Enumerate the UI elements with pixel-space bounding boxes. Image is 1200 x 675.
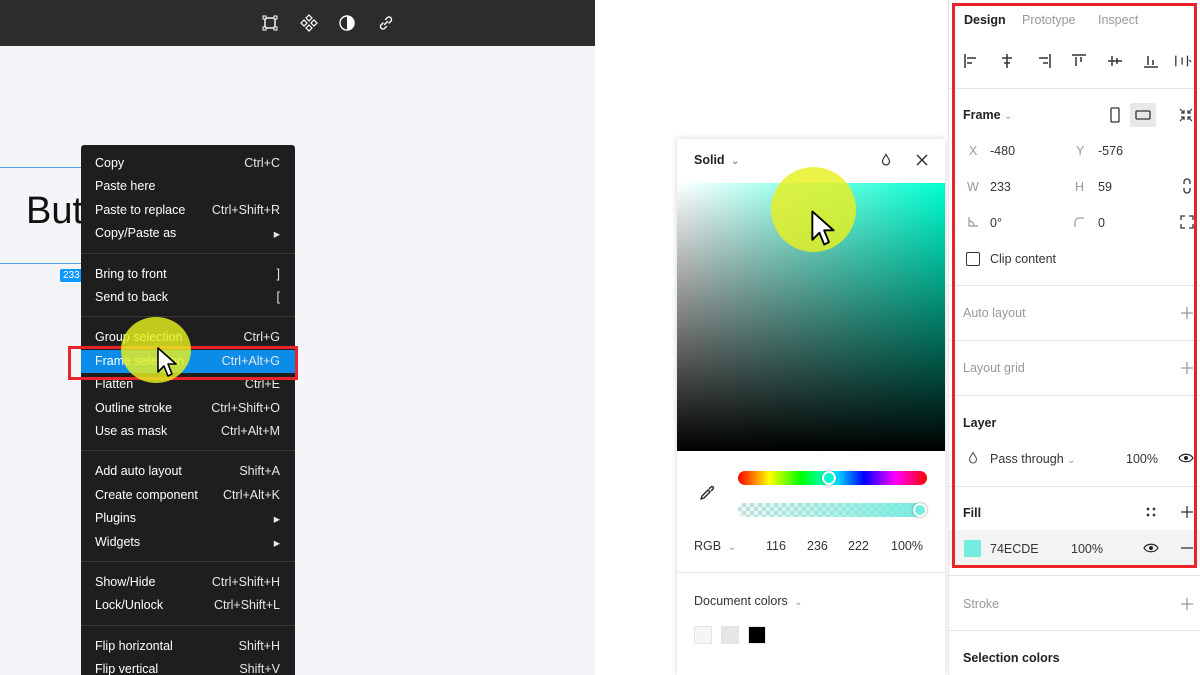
menu-item-label: Copy/Paste as	[95, 226, 177, 241]
color-model-select[interactable]: RGB ⌄	[694, 539, 736, 553]
menu-item-shortcut: Ctrl+C	[244, 156, 280, 170]
canvas-button-text[interactable]: But	[26, 190, 83, 233]
menu-item-shortcut: Shift+V	[239, 662, 280, 675]
menu-item-label: Paste to replace	[95, 202, 186, 217]
menu-item-plugins[interactable]: Plugins ▸	[81, 507, 295, 530]
menu-item-add-auto-layout[interactable]: Add auto layout Shift+A	[81, 460, 295, 483]
menu-item-outline-stroke[interactable]: Outline stroke Ctrl+Shift+O	[81, 397, 295, 420]
document-colors-select[interactable]: Document colors ⌄	[694, 594, 803, 608]
menu-item-copy[interactable]: Copy Ctrl+C	[81, 152, 295, 175]
submenu-arrow-icon: ▸	[273, 535, 280, 550]
cursor-arrow-icon	[157, 347, 177, 377]
selection-colors-label: Selection colors	[963, 651, 1060, 665]
menu-item-bring-to-front[interactable]: Bring to front]	[81, 263, 295, 286]
menu-item-label: Flip horizontal	[95, 638, 173, 653]
document-color-swatch[interactable]	[721, 626, 739, 644]
divider	[677, 572, 945, 573]
menu-item-label: Widgets	[95, 534, 141, 549]
menu-item-use-as-mask[interactable]: Use as mask Ctrl+Alt+M	[81, 420, 295, 443]
menu-item-copy-paste-as[interactable]: Copy/Paste as ▸	[81, 222, 295, 245]
document-colors-label: Document colors	[694, 594, 788, 608]
blue-value-input[interactable]: 222	[848, 539, 869, 553]
add-stroke-icon[interactable]	[1178, 595, 1196, 613]
menu-item-shortcut: Ctrl+Shift+R	[211, 202, 280, 217]
menu-item-send-to-back[interactable]: Send to back [	[81, 286, 295, 309]
menu-separator	[81, 252, 295, 254]
canvas-toolbar	[0, 0, 595, 46]
submenu-arrow-icon: ▸	[273, 227, 280, 242]
cursor-arrow-icon	[811, 210, 835, 246]
divider	[949, 575, 1200, 576]
menu-item-label: Send to back	[95, 290, 168, 304]
menu-item-flip-horizontal[interactable]: Flip horizontal Shift+H	[81, 635, 295, 658]
menu-item-label: Paste here	[95, 179, 156, 194]
red-value-input[interactable]: 116	[766, 539, 786, 553]
document-color-swatch[interactable]	[694, 626, 712, 644]
menu-separator	[81, 624, 295, 626]
menu-separator	[81, 316, 295, 318]
menu-item-shortcut: ]	[276, 266, 280, 281]
annotation-highlight-design-panel	[952, 3, 1197, 568]
alpha-value-input[interactable]: 100%	[891, 539, 923, 553]
menu-item-label: Plugins	[95, 511, 136, 526]
menu-item-label: Copy	[95, 156, 125, 170]
menu-item-label: Lock/Unlock	[95, 598, 164, 613]
frame-tool-icon[interactable]	[260, 13, 280, 33]
menu-item-label: Show/Hide	[95, 575, 156, 589]
menu-item-shortcut: Shift+H	[238, 638, 280, 653]
menu-item-shortcut: Ctrl+Alt+M	[220, 424, 280, 438]
hue-slider-handle[interactable]	[822, 471, 836, 485]
submenu-arrow-icon: ▸	[273, 512, 280, 527]
chevron-down-icon: ⌄	[727, 542, 736, 553]
menu-item-label: Flip vertical	[95, 662, 159, 675]
menu-separator	[81, 561, 295, 562]
menu-item-create-component[interactable]: Create component Ctrl+Alt+K	[81, 484, 295, 507]
document-color-swatch[interactable]	[748, 626, 766, 644]
menu-item-shortcut: Ctrl+Alt+K	[223, 487, 280, 502]
menu-item-shortcut: Ctrl+Shift+L	[213, 598, 280, 613]
menu-item-shortcut: [	[276, 290, 280, 304]
stroke-label: Stroke	[963, 597, 1000, 611]
contrast-icon[interactable]	[337, 13, 357, 33]
menu-item-label: Add auto layout	[95, 464, 182, 479]
menu-item-lock-unlock[interactable]: Lock/Unlock Ctrl+Shift+L	[81, 594, 295, 617]
close-icon[interactable]	[913, 151, 931, 169]
menu-item-shortcut: Ctrl+G	[243, 330, 280, 345]
menu-item-paste-here[interactable]: Paste here	[81, 175, 295, 198]
menu-item-shortcut: Shift+A	[239, 464, 280, 479]
context-menu: Copy Ctrl+C Paste here Paste to replace Ctrl…	[81, 145, 295, 675]
menu-item-label: Outline stroke	[95, 400, 173, 415]
eyedropper-icon[interactable]	[698, 484, 716, 502]
menu-item-paste-to-replace[interactable]: Paste to replace Ctrl+Shift+R	[81, 199, 295, 222]
component-icon[interactable]	[299, 13, 319, 33]
blend-drop-icon[interactable]	[877, 151, 895, 169]
menu-item-show-hide[interactable]: Show/Hide Ctrl+Shift+H	[81, 571, 295, 594]
menu-separator	[81, 450, 295, 452]
menu-item-flip-vertical[interactable]: Flip vertical Shift+V	[81, 658, 295, 675]
paint-mode-label: Solid	[694, 153, 725, 167]
chevron-down-icon: ⌄	[731, 156, 740, 167]
green-value-input[interactable]: 236	[807, 539, 828, 553]
divider	[949, 630, 1200, 631]
opacity-slider[interactable]	[738, 503, 927, 517]
opacity-slider-handle[interactable]	[913, 503, 927, 517]
paint-mode-select[interactable]: Solid ⌄	[694, 153, 739, 167]
chevron-down-icon: ⌄	[794, 597, 803, 608]
menu-item-shortcut: Ctrl+Shift+O	[211, 400, 280, 415]
menu-item-label: Use as mask	[95, 424, 168, 438]
menu-item-label: Bring to front	[95, 266, 167, 281]
link-icon[interactable]	[376, 13, 396, 33]
menu-item-widgets[interactable]: Widgets ▸	[81, 531, 295, 554]
menu-item-label: Create component	[95, 487, 198, 502]
menu-item-shortcut: Ctrl+Shift+H	[211, 575, 280, 589]
canvas-area[interactable]: But 233 Copy Ctrl+C Paste here Paste to rep…	[0, 0, 595, 675]
color-model-label: RGB	[694, 539, 722, 553]
